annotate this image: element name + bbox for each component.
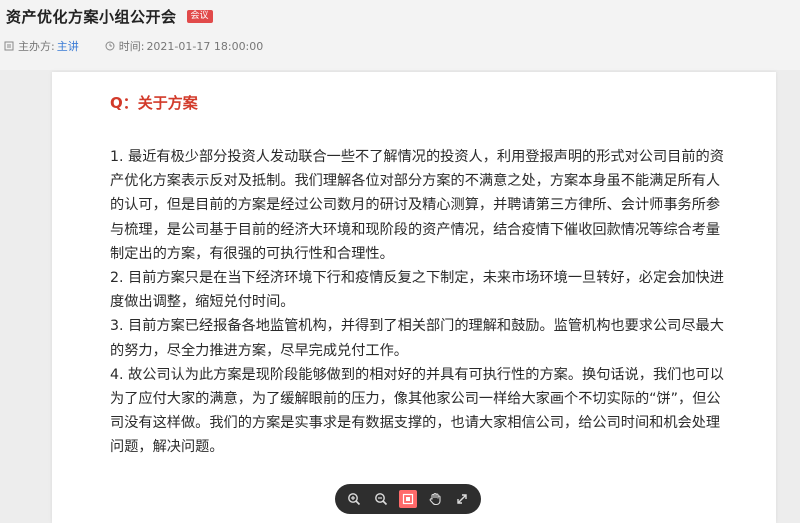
meta-row: 主办方: 主讲 时间: 2021-01-17 18:00:00 — [4, 38, 263, 54]
host-link[interactable]: 主讲 — [57, 38, 79, 54]
clock-icon — [105, 41, 115, 51]
zoom-out-icon[interactable] — [372, 490, 390, 508]
status-badge: 会议 — [186, 10, 213, 23]
time-label: 时间: — [118, 40, 145, 53]
time-value: 2021-01-17 18:00:00 — [146, 39, 264, 53]
section-title: Q：关于方案 — [110, 94, 198, 112]
zoom-in-icon[interactable] — [345, 490, 363, 508]
title-row: 资产优化方案小组公开会 会议 — [6, 6, 213, 27]
host-label: 主办方: — [18, 40, 55, 53]
document-content: 1. 最近有极少部分投资人发动联合一些不了解情况的投资人，利用登报声明的形式对公… — [110, 145, 730, 460]
paragraph-2: 2. 目前方案只是在当下经济环境下行和疫情反复之下制定，未来市场环境一旦转好，必… — [110, 270, 724, 311]
document-page: Q：关于方案 1. 最近有极少部分投资人发动联合一些不了解情况的投资人，利用登报… — [52, 72, 776, 523]
paragraph-4: 4. 故公司认为此方案是现阶段能够做到的相对好的并具有可执行性的方案。换句话说，… — [110, 366, 724, 456]
fit-page-icon[interactable] — [398, 490, 417, 508]
host-icon — [4, 41, 14, 51]
hand-icon[interactable] — [426, 490, 444, 508]
paragraph-3: 3. 目前方案已经报备各地监管机构，并得到了相关部门的理解和鼓励。监管机构也要求… — [110, 318, 724, 359]
paragraph-1: 1. 最近有极少部分投资人发动联合一些不了解情况的投资人，利用登报声明的形式对公… — [110, 149, 724, 262]
meeting-title: 资产优化方案小组公开会 — [6, 8, 177, 26]
fullscreen-icon[interactable] — [453, 490, 471, 508]
meeting-header: 资产优化方案小组公开会 会议 主办方: 主讲 时间: 2021-01-17 18… — [0, 0, 800, 70]
viewer-toolbar — [335, 484, 481, 514]
